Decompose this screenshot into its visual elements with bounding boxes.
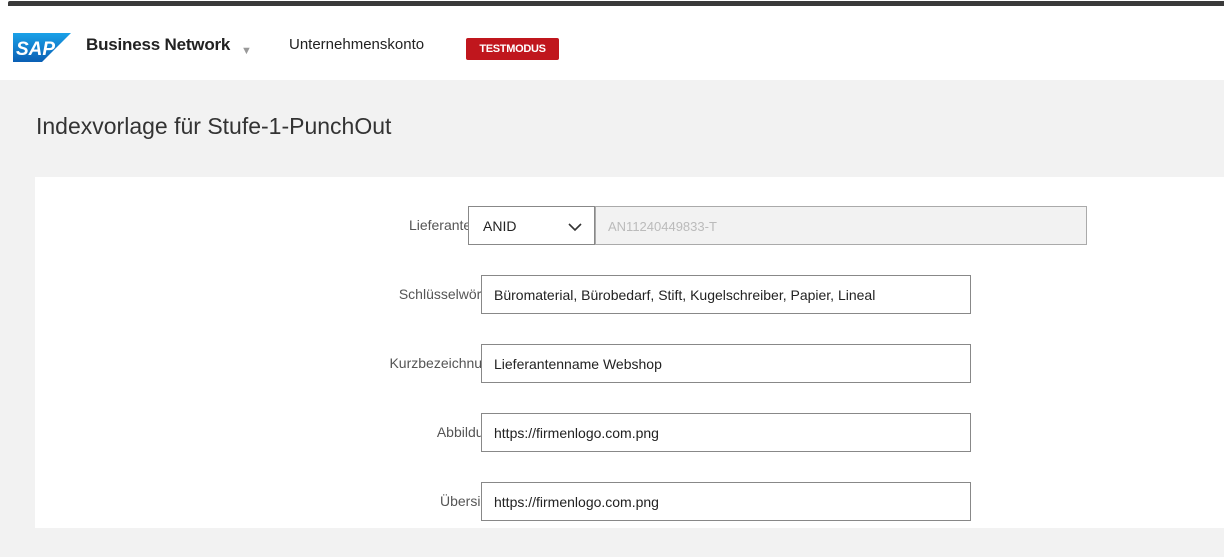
overview-url-input[interactable] — [481, 482, 971, 521]
chevron-down-icon — [568, 223, 582, 232]
app-header: SAP Business Network ▼ Unternehmenskonto… — [0, 7, 1224, 80]
sap-logo-text: SAP — [16, 39, 55, 60]
test-mode-badge: TESTMODUS — [466, 38, 559, 60]
supplier-id-field: AN11240449833-T — [595, 206, 1087, 245]
short-name-row: Kurzbezeichnung:* — [35, 344, 1224, 384]
supplier-id-type-select[interactable]: ANID — [468, 206, 595, 245]
form-panel: Lieferanten-ID:* ANID AN11240449833-T Sc… — [35, 177, 1224, 528]
supplier-id-row: Lieferanten-ID:* ANID AN11240449833-T — [35, 206, 1224, 246]
overview-row: Übersicht: — [35, 482, 1224, 522]
brand-caret-icon[interactable]: ▼ — [241, 45, 252, 57]
window-top-strip — [0, 0, 1224, 7]
sap-logo[interactable]: SAP — [13, 33, 71, 62]
keywords-input[interactable] — [481, 275, 971, 314]
product-name[interactable]: Business Network — [86, 35, 230, 55]
image-row: Abbildung: — [35, 413, 1224, 453]
account-label[interactable]: Unternehmenskonto — [289, 36, 424, 53]
image-url-input[interactable] — [481, 413, 971, 452]
keywords-row: Schlüsselwörter:* — [35, 275, 1224, 315]
page-title: Indexvorlage für Stufe-1-PunchOut — [36, 113, 392, 139]
top-dark-bar — [8, 1, 1224, 6]
supplier-id-type-value: ANID — [483, 218, 517, 234]
short-name-input[interactable] — [481, 344, 971, 383]
